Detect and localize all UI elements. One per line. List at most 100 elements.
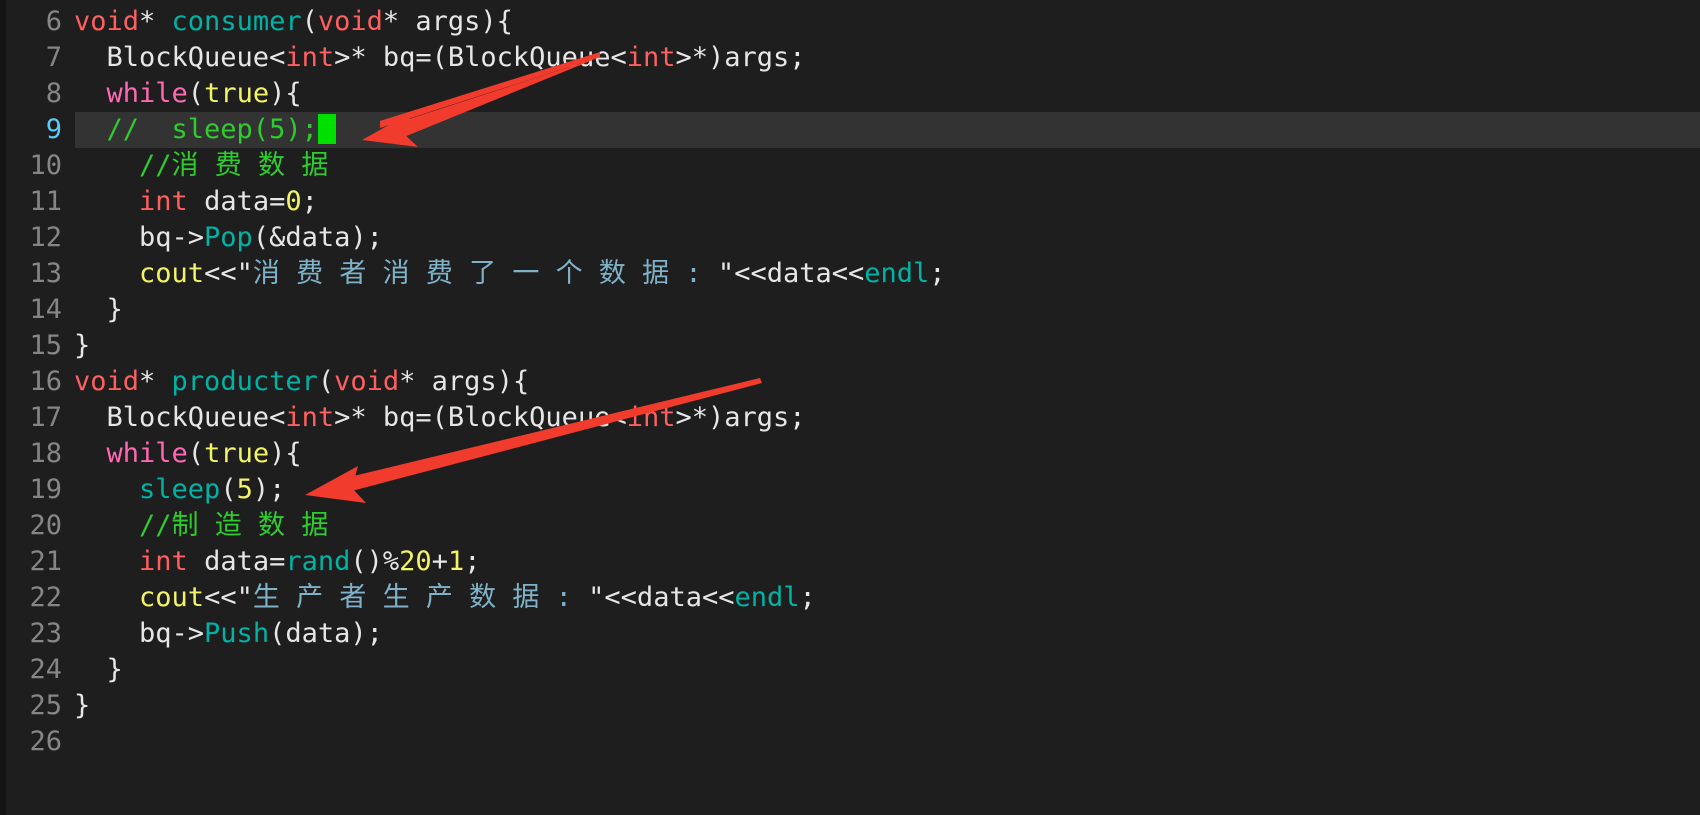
code-token: ){ — [269, 78, 302, 109]
line-content[interactable]: bq->Pop(&data); — [74, 220, 383, 256]
code-token: >* bq=(BlockQueue< — [334, 42, 627, 73]
line-number: 9 — [45, 114, 62, 145]
code-line[interactable]: 17 BlockQueue<int>* bq=(BlockQueue<int>*… — [0, 400, 1700, 436]
code-line[interactable]: 12 bq->Pop(&data); — [0, 220, 1700, 256]
line-content[interactable]: } — [74, 652, 123, 688]
code-line[interactable]: 14 } — [0, 292, 1700, 328]
line-number: 23 — [29, 618, 62, 649]
code-token: " — [588, 582, 605, 613]
line-content[interactable]: //消 费 数 据 — [74, 148, 328, 184]
line-number: 24 — [29, 654, 62, 685]
code-line-active[interactable]: 9 // sleep(5); — [0, 112, 1700, 148]
code-token: bq-> — [74, 222, 205, 253]
line-content[interactable]: while(true){ — [74, 436, 302, 472]
line-number: 16 — [29, 366, 62, 397]
line-content[interactable]: //制 造 数 据 — [74, 508, 328, 544]
line-content[interactable]: BlockQueue<int>* bq=(BlockQueue<int>*)ar… — [74, 400, 806, 436]
code-token: void — [74, 6, 140, 37]
code-line[interactable]: 24 } — [0, 652, 1700, 688]
code-token: 5 — [236, 474, 253, 505]
code-token: consumer — [171, 6, 302, 37]
line-content[interactable]: BlockQueue<int>* bq=(BlockQueue<int>*)ar… — [74, 40, 806, 76]
line-content[interactable]: cout<<"消 费 者 消 费 了 一 个 数 据 : "<<data<<en… — [74, 256, 946, 292]
code-token: void — [317, 6, 383, 37]
code-line[interactable]: 23 bq->Push(data); — [0, 616, 1700, 652]
code-line[interactable]: 13 cout<<"消 费 者 消 费 了 一 个 数 据 : "<<data<… — [0, 256, 1700, 292]
code-token: ( — [187, 438, 205, 469]
line-number: 15 — [29, 330, 62, 361]
code-token: endl — [734, 582, 800, 613]
code-token: cout — [139, 258, 205, 289]
code-token: 生 产 者 生 产 数 据 : — [252, 582, 589, 613]
code-token: producter — [171, 366, 318, 397]
code-token: int — [285, 42, 335, 73]
code-token: while — [106, 78, 188, 109]
code-token: * — [139, 366, 172, 397]
line-number: 19 — [29, 474, 62, 505]
line-number: 25 — [29, 690, 62, 721]
code-token: true — [204, 438, 270, 469]
text-cursor — [317, 114, 336, 144]
code-token: 消 费 数 据 — [171, 150, 329, 181]
code-line[interactable]: 19 sleep(5); — [0, 472, 1700, 508]
code-token: ()% — [350, 546, 400, 577]
code-token: ( — [317, 366, 335, 397]
code-line[interactable]: 20 //制 造 数 据 — [0, 508, 1700, 544]
code-line[interactable]: 10 //消 费 数 据 — [0, 148, 1700, 184]
code-token: rand — [285, 546, 351, 577]
line-content[interactable]: int data=rand()%20+1; — [74, 544, 480, 580]
code-line[interactable]: 25} — [0, 688, 1700, 724]
line-content[interactable]: void* consumer(void* args){ — [74, 4, 513, 40]
line-number: 13 — [29, 258, 62, 289]
code-token: data= — [187, 546, 286, 577]
code-editor[interactable]: 6 void* consumer(void* args){7 BlockQueue… — [0, 0, 1700, 815]
line-content[interactable]: } — [74, 292, 123, 328]
code-token: ( — [187, 78, 205, 109]
line-number: 12 — [29, 222, 62, 253]
code-line[interactable]: 15} — [0, 328, 1700, 364]
code-line[interactable]: 6 void* consumer(void* args){ — [0, 4, 1700, 40]
code-token: * — [139, 6, 172, 37]
code-line[interactable]: 8 while(true){ — [0, 76, 1700, 112]
code-token: << — [204, 582, 237, 613]
code-line[interactable]: 11 int data=0; — [0, 184, 1700, 220]
code-lines-container[interactable]: 6 void* consumer(void* args){7 BlockQueue… — [0, 0, 1700, 815]
code-token: } — [74, 654, 123, 685]
code-line[interactable]: 21 int data=rand()%20+1; — [0, 544, 1700, 580]
code-line[interactable]: 18 while(true){ — [0, 436, 1700, 472]
code-token: bq-> — [74, 618, 205, 649]
line-number: 14 — [29, 294, 62, 325]
code-token: int — [626, 42, 676, 73]
line-content[interactable]: int data=0; — [74, 184, 318, 220]
code-token: (&data); — [252, 222, 383, 253]
line-content[interactable]: sleep(5); — [74, 472, 285, 508]
code-token: (data); — [269, 618, 383, 649]
code-line[interactable]: 26 — [0, 724, 1700, 760]
line-content[interactable]: // sleep(5); — [74, 112, 336, 148]
code-token: " — [236, 258, 253, 289]
line-number: 10 — [29, 150, 62, 181]
code-token: 消 费 者 消 费 了 一 个 数 据 : — [252, 258, 718, 289]
code-token: BlockQueue< — [74, 42, 286, 73]
line-content[interactable]: while(true){ — [74, 76, 302, 112]
code-token: ( — [220, 474, 237, 505]
line-content[interactable]: } — [74, 688, 90, 724]
code-line[interactable]: 7 BlockQueue<int>* bq=(BlockQueue<int>*)… — [0, 40, 1700, 76]
code-line[interactable]: 16 void* producter(void* args){ — [0, 364, 1700, 400]
code-token: // sleep(5); — [74, 114, 318, 145]
code-token: } — [74, 330, 91, 361]
code-token: int — [139, 186, 188, 217]
line-content[interactable]: cout<<"生 产 者 生 产 数 据 : "<<data<<endl; — [74, 580, 816, 616]
code-token: // — [74, 510, 172, 541]
line-content[interactable]: bq->Push(data); — [74, 616, 383, 652]
code-line[interactable]: 22 cout<<"生 产 者 生 产 数 据 : "<<data<<endl; — [0, 580, 1700, 616]
code-token: endl — [864, 258, 930, 289]
line-content[interactable]: } — [74, 328, 90, 364]
line-number: 8 — [45, 78, 62, 109]
line-content[interactable]: void* producter(void* args){ — [74, 364, 529, 400]
